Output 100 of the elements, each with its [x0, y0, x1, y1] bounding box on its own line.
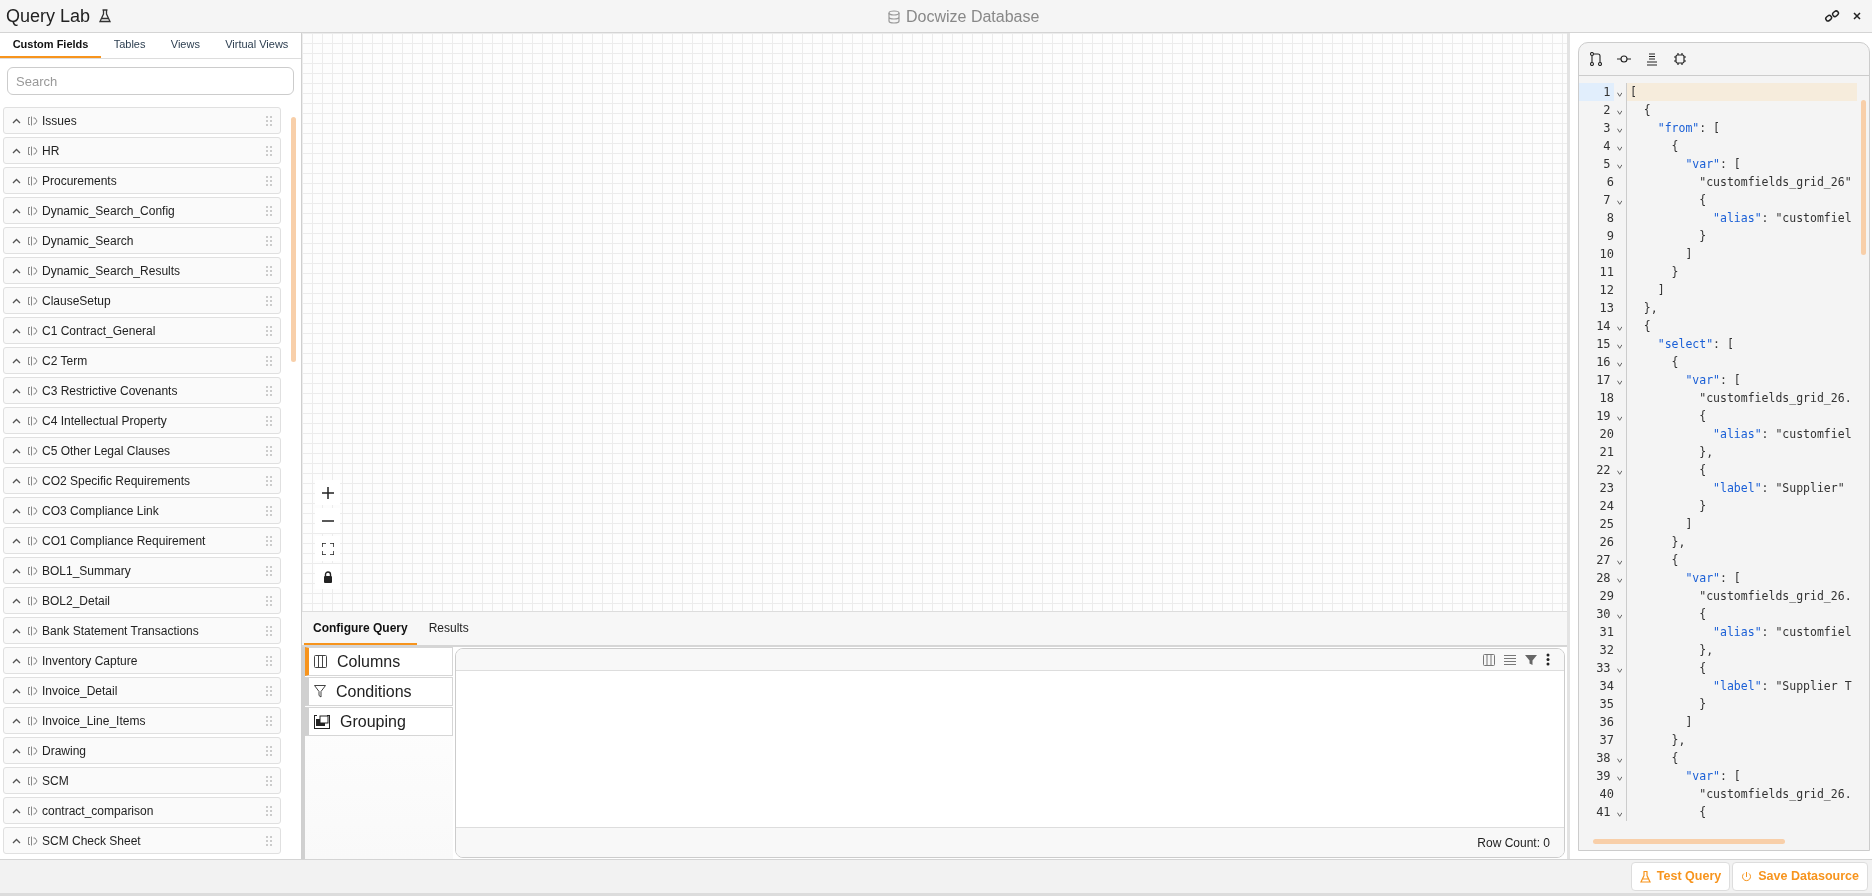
fold-icon[interactable] [1616, 469, 1622, 475]
chevron-up-icon[interactable] [12, 237, 21, 244]
chevron-up-icon[interactable] [12, 477, 21, 484]
drag-handle-icon[interactable] [266, 535, 272, 546]
chevron-up-icon[interactable] [12, 447, 21, 454]
commit-icon[interactable] [1617, 54, 1631, 64]
drag-handle-icon[interactable] [266, 745, 272, 756]
fold-icon[interactable] [1616, 325, 1622, 331]
chip-icon[interactable] [1673, 52, 1687, 66]
horizontal-scrollbar[interactable] [1593, 839, 1785, 844]
sidebar-item[interactable]: CO3 Compliance Link [3, 497, 281, 524]
config-section[interactable]: Grouping [305, 707, 453, 736]
sidebar-item[interactable]: Drawing [3, 737, 281, 764]
sidebar-item[interactable]: Inventory Capture [3, 647, 281, 674]
vertical-scrollbar[interactable] [1861, 100, 1866, 255]
sidebar-item[interactable]: CO1 Compliance Requirement [3, 527, 281, 554]
fold-icon[interactable] [1616, 91, 1622, 97]
fold-icon[interactable] [1616, 199, 1622, 205]
fit-view-icon[interactable] [315, 536, 340, 561]
chevron-up-icon[interactable] [12, 417, 21, 424]
rows-icon[interactable] [1504, 653, 1516, 666]
chevron-up-icon[interactable] [12, 807, 21, 814]
sidebar-item[interactable]: HR [3, 137, 281, 164]
chevron-up-icon[interactable] [12, 147, 21, 154]
chevron-up-icon[interactable] [12, 387, 21, 394]
drag-handle-icon[interactable] [266, 445, 272, 456]
scrollbar-thumb[interactable] [291, 117, 296, 362]
sidebar-item[interactable]: Dynamic_Search [3, 227, 281, 254]
link-icon[interactable] [1824, 8, 1840, 24]
fold-icon[interactable] [1616, 559, 1622, 565]
drag-handle-icon[interactable] [266, 235, 272, 246]
sidebar-item[interactable]: ClauseSetup [3, 287, 281, 314]
drag-handle-icon[interactable] [266, 805, 272, 816]
sidebar-item[interactable]: CO2 Specific Requirements [3, 467, 281, 494]
chevron-up-icon[interactable] [12, 567, 21, 574]
sidebar-item[interactable]: Invoice_Detail [3, 677, 281, 704]
drag-handle-icon[interactable] [266, 565, 272, 576]
fold-icon[interactable] [1616, 379, 1622, 385]
chevron-up-icon[interactable] [12, 357, 21, 364]
chevron-up-icon[interactable] [12, 537, 21, 544]
sidebar-item[interactable]: Issues [3, 107, 281, 134]
drag-handle-icon[interactable] [266, 385, 272, 396]
fold-icon[interactable] [1616, 415, 1622, 421]
sidebar-item[interactable]: C5 Other Legal Clauses [3, 437, 281, 464]
drag-handle-icon[interactable] [266, 715, 272, 726]
close-icon[interactable] [1852, 11, 1862, 21]
chevron-up-icon[interactable] [12, 687, 21, 694]
sidebar-tab[interactable]: Tables [101, 33, 159, 58]
chevron-up-icon[interactable] [12, 747, 21, 754]
drag-handle-icon[interactable] [266, 505, 272, 516]
drag-handle-icon[interactable] [266, 265, 272, 276]
fold-icon[interactable] [1616, 343, 1622, 349]
chevron-up-icon[interactable] [12, 837, 21, 844]
config-section[interactable]: Conditions [305, 677, 453, 706]
chevron-up-icon[interactable] [12, 717, 21, 724]
drag-handle-icon[interactable] [266, 295, 272, 306]
chevron-up-icon[interactable] [12, 297, 21, 304]
drag-handle-icon[interactable] [266, 115, 272, 126]
fold-icon[interactable] [1616, 577, 1622, 583]
drag-handle-icon[interactable] [266, 325, 272, 336]
drag-handle-icon[interactable] [266, 625, 272, 636]
sidebar-tab[interactable]: Custom Fields [0, 33, 102, 58]
sidebar-item[interactable]: SCM [3, 767, 281, 794]
branch-icon[interactable] [1590, 52, 1602, 66]
lock-icon[interactable] [315, 564, 340, 589]
drag-handle-icon[interactable] [266, 415, 272, 426]
columns-icon[interactable] [1483, 653, 1495, 666]
fold-icon[interactable] [1616, 811, 1622, 817]
sidebar-item[interactable]: Dynamic_Search_Config [3, 197, 281, 224]
chevron-up-icon[interactable] [12, 597, 21, 604]
zoom-out-icon[interactable] [315, 508, 340, 533]
drag-handle-icon[interactable] [266, 685, 272, 696]
sidebar-tab[interactable]: Views [158, 33, 213, 58]
fold-icon[interactable] [1616, 613, 1622, 619]
drag-handle-icon[interactable] [266, 145, 272, 156]
more-icon[interactable] [1546, 653, 1550, 666]
sidebar-item[interactable]: C1 Contract_General [3, 317, 281, 344]
fold-icon[interactable] [1616, 163, 1622, 169]
sidebar-item[interactable]: Bank Statement Transactions [3, 617, 281, 644]
drag-handle-icon[interactable] [266, 175, 272, 186]
chevron-up-icon[interactable] [12, 777, 21, 784]
chevron-up-icon[interactable] [12, 507, 21, 514]
sidebar-item[interactable]: Dynamic_Search_Results [3, 257, 281, 284]
drag-handle-icon[interactable] [266, 775, 272, 786]
chevron-up-icon[interactable] [12, 327, 21, 334]
filter-icon[interactable] [1525, 653, 1537, 666]
drag-handle-icon[interactable] [266, 835, 272, 846]
search-field[interactable]: Search [7, 67, 294, 95]
drag-handle-icon[interactable] [266, 205, 272, 216]
sidebar-tab[interactable]: Virtual Views [212, 33, 301, 58]
sidebar-item[interactable]: C3 Restrictive Covenants [3, 377, 281, 404]
drag-handle-icon[interactable] [266, 595, 272, 606]
sidebar-item[interactable]: BOL2_Detail [3, 587, 281, 614]
align-icon[interactable] [1646, 52, 1658, 66]
drag-handle-icon[interactable] [266, 655, 272, 666]
sidebar-item[interactable]: Procurements [3, 167, 281, 194]
sidebar-item[interactable]: BOL1_Summary [3, 557, 281, 584]
fold-icon[interactable] [1616, 145, 1622, 151]
drag-handle-icon[interactable] [266, 355, 272, 366]
fold-icon[interactable] [1616, 109, 1622, 115]
